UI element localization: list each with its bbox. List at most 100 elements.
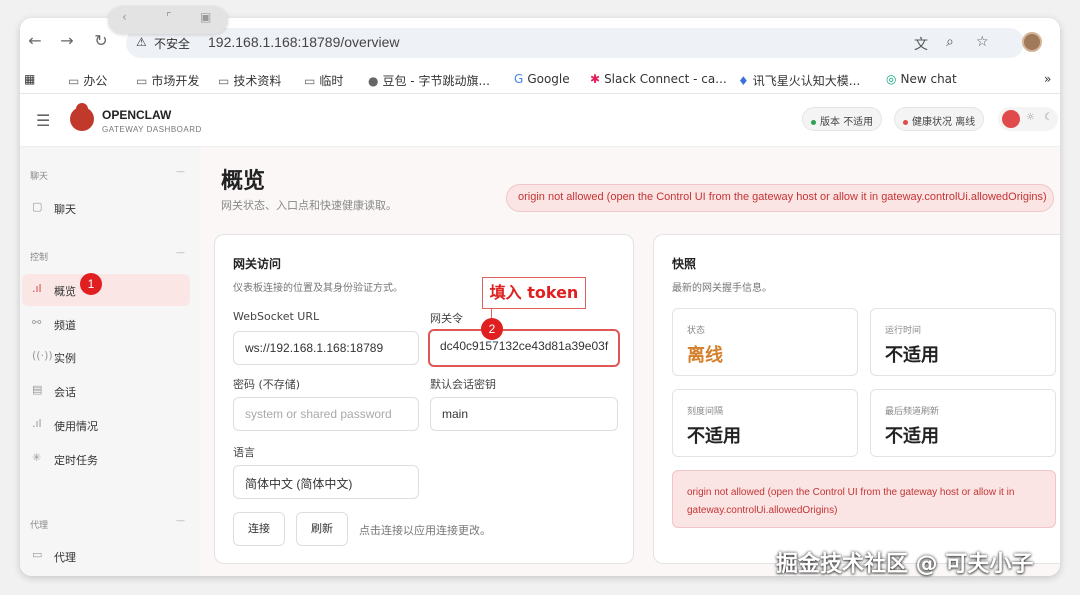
health-chip: 健康状况 离线 xyxy=(894,107,985,131)
bookmark-xunfei[interactable]: ♦ 讯飞星火认知大模... xyxy=(738,72,860,89)
bookmark-folder-office[interactable]: ▭ 办公 xyxy=(68,72,107,89)
bookmark-folder-tech[interactable]: ▭ 技术资料 xyxy=(218,72,281,89)
stat-status: 状态 离线 xyxy=(672,308,858,376)
chatgpt-icon: ◎ xyxy=(886,72,897,86)
loader-icon: ✳ xyxy=(32,451,42,464)
annotation-callout: 填入 token xyxy=(482,277,586,309)
translate-icon[interactable]: 文 xyxy=(914,34,928,54)
status-dot xyxy=(903,119,908,125)
profile-avatar[interactable] xyxy=(1022,32,1042,52)
card-title: 网关访问 xyxy=(233,257,282,271)
ws-url-label: WebSocket URL xyxy=(233,310,320,323)
bookmark-label: 讯飞星火认知大模... xyxy=(752,74,861,88)
zoom-icon[interactable]: ⌕ xyxy=(946,34,954,50)
address-bar[interactable]: ⚠ 不安全 192.168.1.168:18789/overview 文 ⌕ ☆ xyxy=(126,28,1024,58)
session-key-label: 默认会话密钥 xyxy=(430,378,496,391)
browser-window: ← → ↻ ⚠ 不安全 192.168.1.168:18789/overview… xyxy=(20,18,1060,576)
session-key-input[interactable]: main xyxy=(430,397,618,431)
chat-icon: ▢ xyxy=(32,200,43,213)
crop-icon: ⌜ xyxy=(166,10,172,24)
ws-url-input[interactable]: ws://192.168.1.168:18789 xyxy=(233,331,419,365)
connect-hint: 点击连接以应用连接更改。 xyxy=(359,524,491,537)
warning-icon: ⚠ xyxy=(136,35,147,49)
sidebar-item-label: 定时任务 xyxy=(54,454,98,467)
forward-icon[interactable]: → xyxy=(56,30,78,52)
language-select[interactable]: 简体中文 (简体中文) xyxy=(233,465,419,499)
password-input[interactable]: system or shared password xyxy=(233,397,419,431)
collapse-icon[interactable]: — xyxy=(176,167,185,177)
version-chip: 版本 不适用 xyxy=(802,107,883,131)
floating-toolbar: ‹ ⌜ ▣ xyxy=(108,6,228,34)
sidebar-item-label: 概览 xyxy=(54,285,76,298)
reload-icon[interactable]: ↻ xyxy=(90,30,112,52)
health-value: 离线 xyxy=(955,117,976,128)
folder-icon: ▭ xyxy=(136,74,148,88)
sidebar-item-label: 实例 xyxy=(54,352,76,365)
step-badge-1: 1 xyxy=(80,273,102,295)
sidebar-item-label: 代理 xyxy=(54,551,76,564)
moon-icon[interactable]: ☾ xyxy=(1044,112,1053,123)
folder-icon: ▭ xyxy=(218,74,230,88)
collapse-icon[interactable]: — xyxy=(176,248,185,258)
bookmark-folder-market[interactable]: ▭ 市场开发 xyxy=(136,72,199,89)
bookmark-folder-temp[interactable]: ▭ 临时 xyxy=(304,72,343,89)
url-text[interactable]: 192.168.1.168:18789/overview xyxy=(208,34,399,50)
sun-icon[interactable]: ☼ xyxy=(1026,112,1035,123)
sidebar-item-channels[interactable]: ⚯ 频道 xyxy=(22,308,190,340)
sidebar-item-instances[interactable]: ((·)) 实例 xyxy=(22,341,190,373)
theme-switcher[interactable]: ☼ ☾ xyxy=(998,107,1058,131)
watermark: 掘金技术社区 @ 可夫小子 xyxy=(776,552,1034,577)
menu-icon[interactable]: ☰ xyxy=(36,111,50,130)
folder-icon: ▭ xyxy=(304,74,316,88)
stat-last-channel-refresh: 最后频道刷新 不适用 xyxy=(870,389,1056,457)
version-label: 版本 xyxy=(820,117,840,128)
collapse-icon[interactable]: — xyxy=(176,516,185,526)
folder-icon: ▭ xyxy=(32,548,43,561)
password-label: 密码 (不存储) xyxy=(233,378,301,391)
step-badge-2: 2 xyxy=(481,318,503,340)
stat-value: 离线 xyxy=(687,345,723,366)
stat-uptime: 运行时间 不适用 xyxy=(870,308,1056,376)
sidebar: 聊天 — ▢ 聊天 控制 — .ıl 概览 ⚯ 频道 ((·)) 实例 ▤ 会话… xyxy=(20,147,200,576)
stat-value: 不适用 xyxy=(687,426,741,447)
bookmark-star-icon[interactable]: ☆ xyxy=(976,34,989,50)
sidebar-item-label: 使用情况 xyxy=(54,420,98,433)
bookmark-label: 技术资料 xyxy=(233,74,282,88)
google-icon: G xyxy=(514,72,524,86)
section-title-agents: 代理 xyxy=(30,521,49,531)
connect-button[interactable]: 连接 xyxy=(233,512,285,546)
card-subtitle: 最新的网关握手信息。 xyxy=(672,283,772,294)
stat-tick-interval: 刻度间隔 不适用 xyxy=(672,389,858,457)
sidebar-item-chat[interactable]: ▢ 聊天 xyxy=(22,192,190,224)
doubao-icon: ● xyxy=(368,74,379,88)
bookmark-doubao[interactable]: ● 豆包 - 字节跳动旗... xyxy=(368,72,490,89)
back-icon[interactable]: ← xyxy=(24,30,46,52)
brand-subtitle: GATEWAY DASHBOARD xyxy=(102,125,202,134)
language-label: 语言 xyxy=(233,446,255,459)
monitor-icon[interactable] xyxy=(1002,110,1020,128)
sidebar-item-usage[interactable]: .ıl 使用情况 xyxy=(22,409,190,441)
sidebar-item-agents[interactable]: ▭ 代理 xyxy=(22,540,190,572)
brand-name: OPENCLAW xyxy=(102,108,172,122)
bookmark-label: 临时 xyxy=(319,74,344,88)
folder-icon: ▭ xyxy=(68,74,80,88)
sidebar-item-label: 聊天 xyxy=(54,203,76,216)
stat-value: 不适用 xyxy=(885,345,939,366)
sidebar-item-overview[interactable]: .ıl 概览 xyxy=(22,274,190,306)
gateway-token-input[interactable]: dc40c9157132ce43d81a39e03f xyxy=(428,329,620,367)
bookmark-slack[interactable]: ✱ Slack Connect - ca... xyxy=(590,72,727,86)
refresh-button[interactable]: 刷新 xyxy=(296,512,348,546)
apps-grid-icon[interactable]: ▦ xyxy=(24,72,35,86)
bar-chart-icon: .ıl xyxy=(32,417,42,430)
bookmarks-bar: ▦ ▭ 办公 ▭ 市场开发 ▭ 技术资料 ▭ 临时 ● 豆包 - 字节跳动旗... G Go… xyxy=(20,68,1060,94)
bookmark-newchat[interactable]: ◎ New chat xyxy=(886,72,957,86)
xunfei-icon: ♦ xyxy=(738,74,749,88)
sidebar-item-cron[interactable]: ✳ 定时任务 xyxy=(22,443,190,475)
sidebar-item-skills[interactable]: ☆ 技能 xyxy=(22,574,190,576)
more-bookmarks-icon[interactable]: » xyxy=(1044,72,1051,86)
window-icon: ▣ xyxy=(200,10,212,24)
bookmark-google[interactable]: G Google xyxy=(514,72,570,86)
version-value: 不适用 xyxy=(843,117,874,128)
sidebar-item-sessions[interactable]: ▤ 会话 xyxy=(22,375,190,407)
stat-value: 不适用 xyxy=(885,426,939,447)
